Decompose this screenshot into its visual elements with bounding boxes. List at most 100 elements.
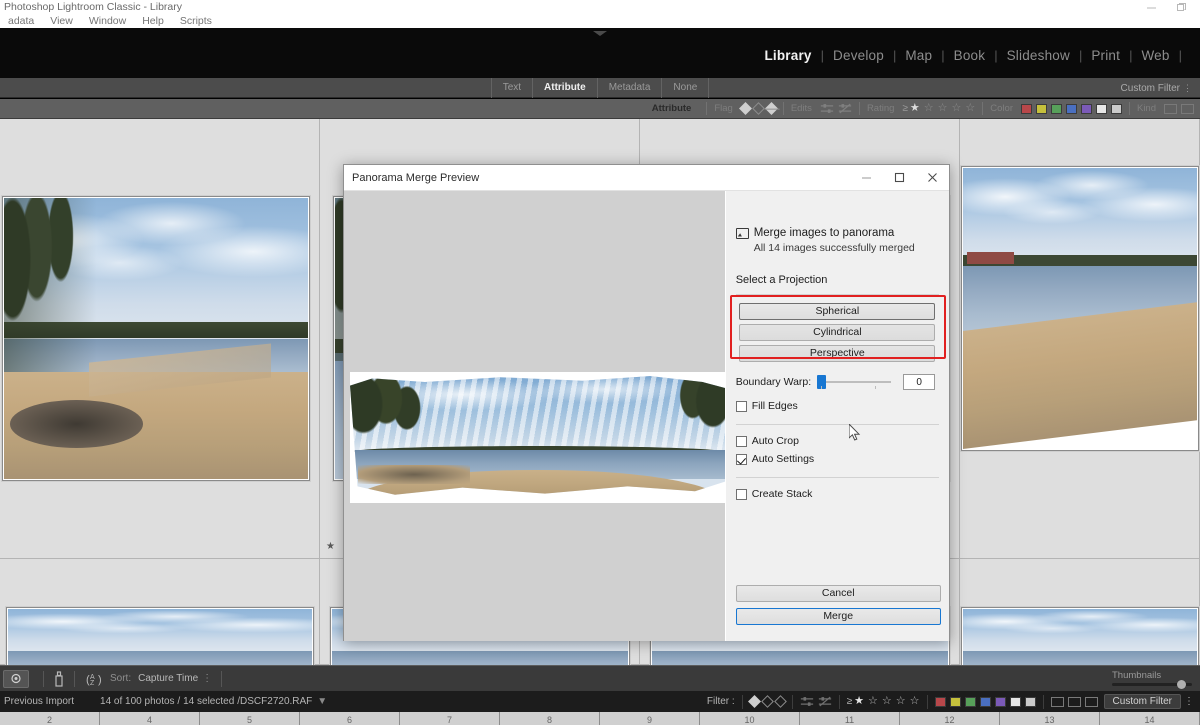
color-chip-1[interactable]: [1020, 103, 1032, 114]
kind-master-photo-icon[interactable]: [1050, 696, 1064, 707]
filmstrip-thumbnail-14[interactable]: 14: [1100, 712, 1200, 725]
checkbox-fill-edges[interactable]: Fill Edges: [735, 400, 939, 412]
filmstrip-thumbnail-8[interactable]: 8: [500, 712, 600, 725]
restore-icon[interactable]: [1166, 0, 1196, 14]
kind-master-photo-icon[interactable]: [1164, 103, 1177, 114]
grid-view-icon[interactable]: [3, 669, 29, 688]
checkbox-create-stack[interactable]: Create Stack: [735, 488, 939, 500]
flag-rejected-icon[interactable]: [773, 695, 787, 708]
edited-icon[interactable]: [820, 103, 834, 114]
color-chip-7[interactable]: [1110, 103, 1122, 114]
checkbox-box[interactable]: [735, 453, 747, 465]
thumbnail-frame[interactable]: [1, 196, 310, 481]
panel-collapse-arrow-icon[interactable]: [593, 31, 607, 36]
rating-star-4[interactable]: ☆: [952, 103, 962, 114]
module-map[interactable]: Map: [896, 48, 941, 63]
rating-star-5[interactable]: ☆: [965, 103, 975, 114]
module-book[interactable]: Book: [945, 48, 995, 63]
flag-picked-icon[interactable]: [747, 695, 761, 708]
filmstrip-edit-icons[interactable]: [800, 696, 832, 707]
grid-cell-4[interactable]: [960, 119, 1200, 559]
boundary-warp-slider[interactable]: [817, 375, 892, 389]
sort-chevron-icon[interactable]: ⋮: [202, 673, 212, 684]
grid-cell-8[interactable]: [960, 559, 1200, 681]
rating-star-3[interactable]: ☆: [938, 103, 948, 114]
panorama-preview-pane[interactable]: [344, 191, 725, 641]
merge-button[interactable]: Merge: [735, 608, 941, 625]
color-chip-4[interactable]: [979, 696, 991, 707]
custom-filter-chevron-icon[interactable]: ⋮: [1184, 696, 1194, 707]
module-develop[interactable]: Develop: [824, 48, 893, 63]
custom-filter-top[interactable]: Custom Filter ⋮: [1121, 78, 1192, 99]
rating-star-2[interactable]: ☆: [868, 696, 878, 707]
filter-tab-text[interactable]: Text: [490, 77, 532, 98]
rating-star-5[interactable]: ☆: [910, 696, 920, 707]
filmstrip-thumbnails[interactable]: 2 4 5 6 7 8 9 10 11 12 13 14: [0, 712, 1200, 725]
filter-tab-metadata[interactable]: Metadata: [596, 77, 662, 98]
filmstrip-kind-icons[interactable]: [1050, 696, 1098, 707]
thumbnail-frame[interactable]: [960, 166, 1199, 451]
filmstrip-chevron-down-icon[interactable]: ▼: [317, 696, 327, 707]
rating-filter-stars[interactable]: ★ ☆ ☆ ☆ ☆: [910, 103, 975, 114]
grid-cell-5[interactable]: [0, 559, 320, 681]
checkbox-box[interactable]: [735, 435, 747, 447]
rating-star-1[interactable]: ★: [854, 696, 864, 707]
maximize-icon[interactable]: [883, 165, 916, 191]
color-chip-6[interactable]: [1095, 103, 1107, 114]
kind-virtual-copy-icon[interactable]: [1067, 696, 1081, 707]
filmstrip-flag-icons[interactable]: [747, 695, 787, 708]
checkbox-box[interactable]: [735, 400, 747, 412]
projection-perspective-button[interactable]: Perspective: [739, 345, 936, 362]
color-chip-7[interactable]: [1024, 696, 1036, 707]
rating-star-3[interactable]: ☆: [882, 696, 892, 707]
custom-filter-dropdown[interactable]: Custom Filter: [1103, 694, 1181, 709]
spray-can-icon[interactable]: [53, 670, 65, 687]
rating-star-2[interactable]: ☆: [924, 103, 934, 114]
color-chip-1[interactable]: [934, 696, 946, 707]
photo-beach-path[interactable]: [3, 198, 308, 479]
menu-item-window[interactable]: Window: [81, 14, 134, 28]
minimize-icon[interactable]: [1136, 0, 1166, 14]
checkbox-auto-settings[interactable]: Auto Settings: [735, 453, 939, 465]
filmstrip-thumbnail-9[interactable]: 9: [600, 712, 700, 725]
filmstrip-thumbnail-7[interactable]: 7: [400, 712, 500, 725]
menu-item-adata[interactable]: adata: [0, 14, 42, 28]
flag-rejected-icon[interactable]: [764, 102, 778, 115]
boundary-warp-value[interactable]: 0: [903, 374, 936, 390]
edited-icon[interactable]: [800, 696, 814, 707]
module-print[interactable]: Print: [1082, 48, 1129, 63]
filmstrip-thumbnail-5[interactable]: 5: [200, 712, 300, 725]
thumbnail-rating-star[interactable]: ★: [326, 541, 335, 552]
filmstrip-thumbnail-11[interactable]: 11: [800, 712, 900, 725]
slider-track[interactable]: [817, 381, 892, 383]
color-filter-chips[interactable]: [1020, 103, 1122, 114]
filmstrip-thumbnail-12[interactable]: 12: [900, 712, 1000, 725]
color-chip-2[interactable]: [949, 696, 961, 707]
filmstrip-source[interactable]: Previous Import: [4, 696, 74, 707]
close-icon[interactable]: [916, 165, 949, 191]
module-slideshow[interactable]: Slideshow: [998, 48, 1079, 63]
checkbox-auto-crop[interactable]: Auto Crop: [735, 435, 939, 447]
filter-tab-attribute[interactable]: Attribute: [532, 77, 597, 98]
slider-knob[interactable]: [1177, 680, 1186, 689]
filmstrip-thumbnail-10[interactable]: 10: [700, 712, 800, 725]
unedited-icon[interactable]: [838, 103, 852, 114]
filmstrip-thumbnail-6[interactable]: 6: [300, 712, 400, 725]
sort-direction-icon[interactable]: ( A Z ): [84, 671, 104, 687]
flag-unflagged-icon[interactable]: [751, 102, 765, 115]
filmstrip-thumbnail-4[interactable]: 4: [100, 712, 200, 725]
sort-value[interactable]: Capture Time: [138, 673, 198, 684]
menu-item-scripts[interactable]: Scripts: [172, 14, 220, 28]
filter-tab-none[interactable]: None: [661, 77, 710, 98]
thumbnail-size-slider[interactable]: Thumbnails: [1112, 670, 1192, 689]
edits-filter-icons[interactable]: [820, 103, 852, 114]
flag-picked-icon[interactable]: [738, 102, 752, 115]
color-chip-5[interactable]: [1080, 103, 1092, 114]
projection-cylindrical-button[interactable]: Cylindrical: [739, 324, 936, 341]
module-web[interactable]: Web: [1132, 48, 1178, 63]
slider-track[interactable]: [1112, 680, 1192, 689]
rating-star-4[interactable]: ☆: [896, 696, 906, 707]
color-chip-5[interactable]: [994, 696, 1006, 707]
filmstrip-thumbnail-2[interactable]: 2: [0, 712, 100, 725]
menu-item-help[interactable]: Help: [134, 14, 172, 28]
